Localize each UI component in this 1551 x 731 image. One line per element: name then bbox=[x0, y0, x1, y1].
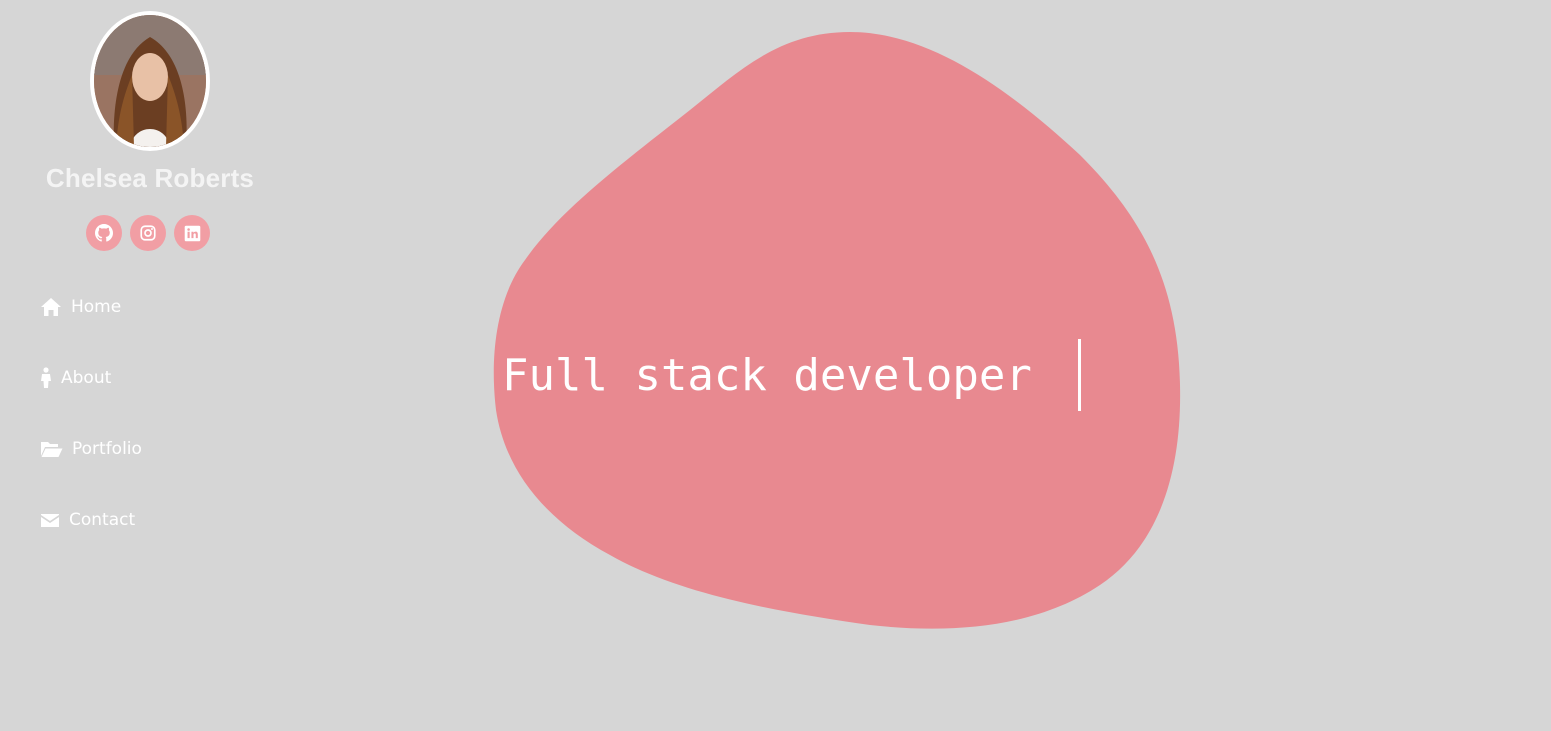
linkedin-icon bbox=[184, 225, 200, 241]
profile-name: Chelsea Roberts bbox=[45, 163, 255, 193]
nav-label-contact: Contact bbox=[69, 510, 136, 530]
github-link[interactable] bbox=[86, 215, 122, 251]
nav-item-portfolio[interactable]: Portfolio bbox=[40, 438, 142, 509]
main-nav: Home About Portfolio Contact bbox=[40, 296, 142, 580]
sidebar: Chelsea Roberts Home About Portfolio Con… bbox=[0, 0, 300, 731]
instagram-link[interactable] bbox=[130, 215, 166, 251]
nav-item-about[interactable]: About bbox=[40, 367, 142, 438]
envelope-icon bbox=[40, 509, 60, 531]
linkedin-link[interactable] bbox=[174, 215, 210, 251]
nav-label-portfolio: Portfolio bbox=[72, 439, 142, 459]
folder-open-icon bbox=[40, 438, 63, 460]
avatar bbox=[90, 11, 210, 151]
social-links bbox=[86, 215, 210, 251]
github-icon bbox=[95, 224, 113, 242]
hero-typed-text: Full stack developer bbox=[502, 350, 1032, 401]
page: Full stack developer Chelsea Roberts Hom… bbox=[0, 0, 1551, 731]
nav-label-about: About bbox=[61, 368, 112, 388]
nav-item-home[interactable]: Home bbox=[40, 296, 142, 367]
nav-item-contact[interactable]: Contact bbox=[40, 509, 142, 580]
person-icon bbox=[40, 367, 52, 389]
typing-cursor bbox=[1078, 339, 1081, 411]
nav-label-home: Home bbox=[71, 297, 122, 317]
instagram-icon bbox=[140, 225, 156, 241]
home-icon bbox=[40, 296, 62, 318]
